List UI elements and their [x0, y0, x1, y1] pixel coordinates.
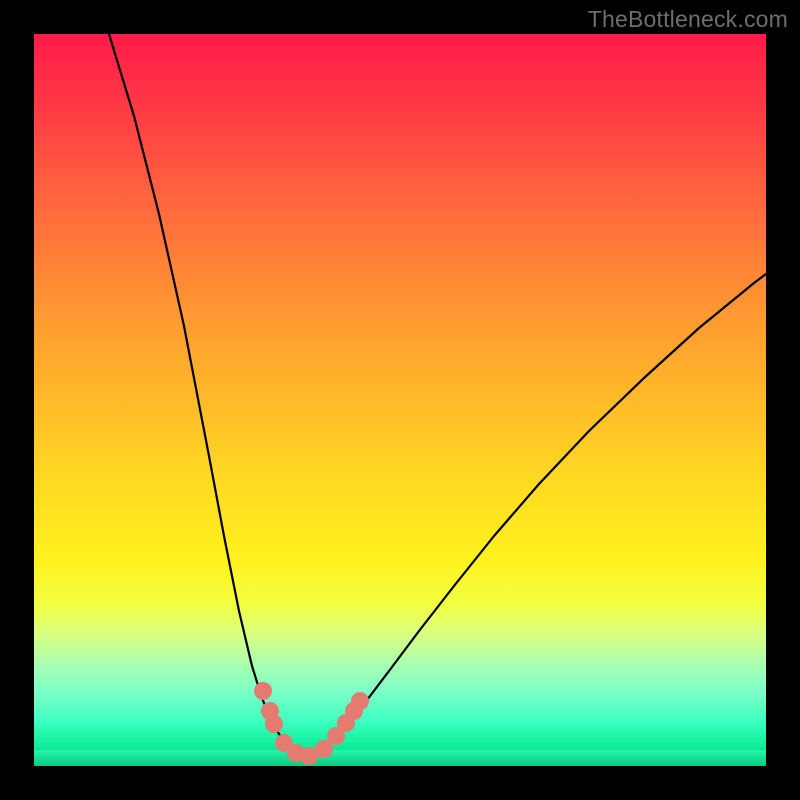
chart-frame: TheBottleneck.com [0, 0, 800, 800]
chart-overlay [34, 34, 766, 766]
curve-left-branch [109, 34, 306, 756]
marker-point [351, 692, 369, 710]
curves-group [109, 34, 766, 756]
watermark-text: TheBottleneck.com [588, 6, 788, 33]
marker-point [265, 715, 283, 733]
marker-point [254, 682, 272, 700]
markers-group [254, 682, 369, 765]
curve-right-branch [306, 274, 766, 756]
